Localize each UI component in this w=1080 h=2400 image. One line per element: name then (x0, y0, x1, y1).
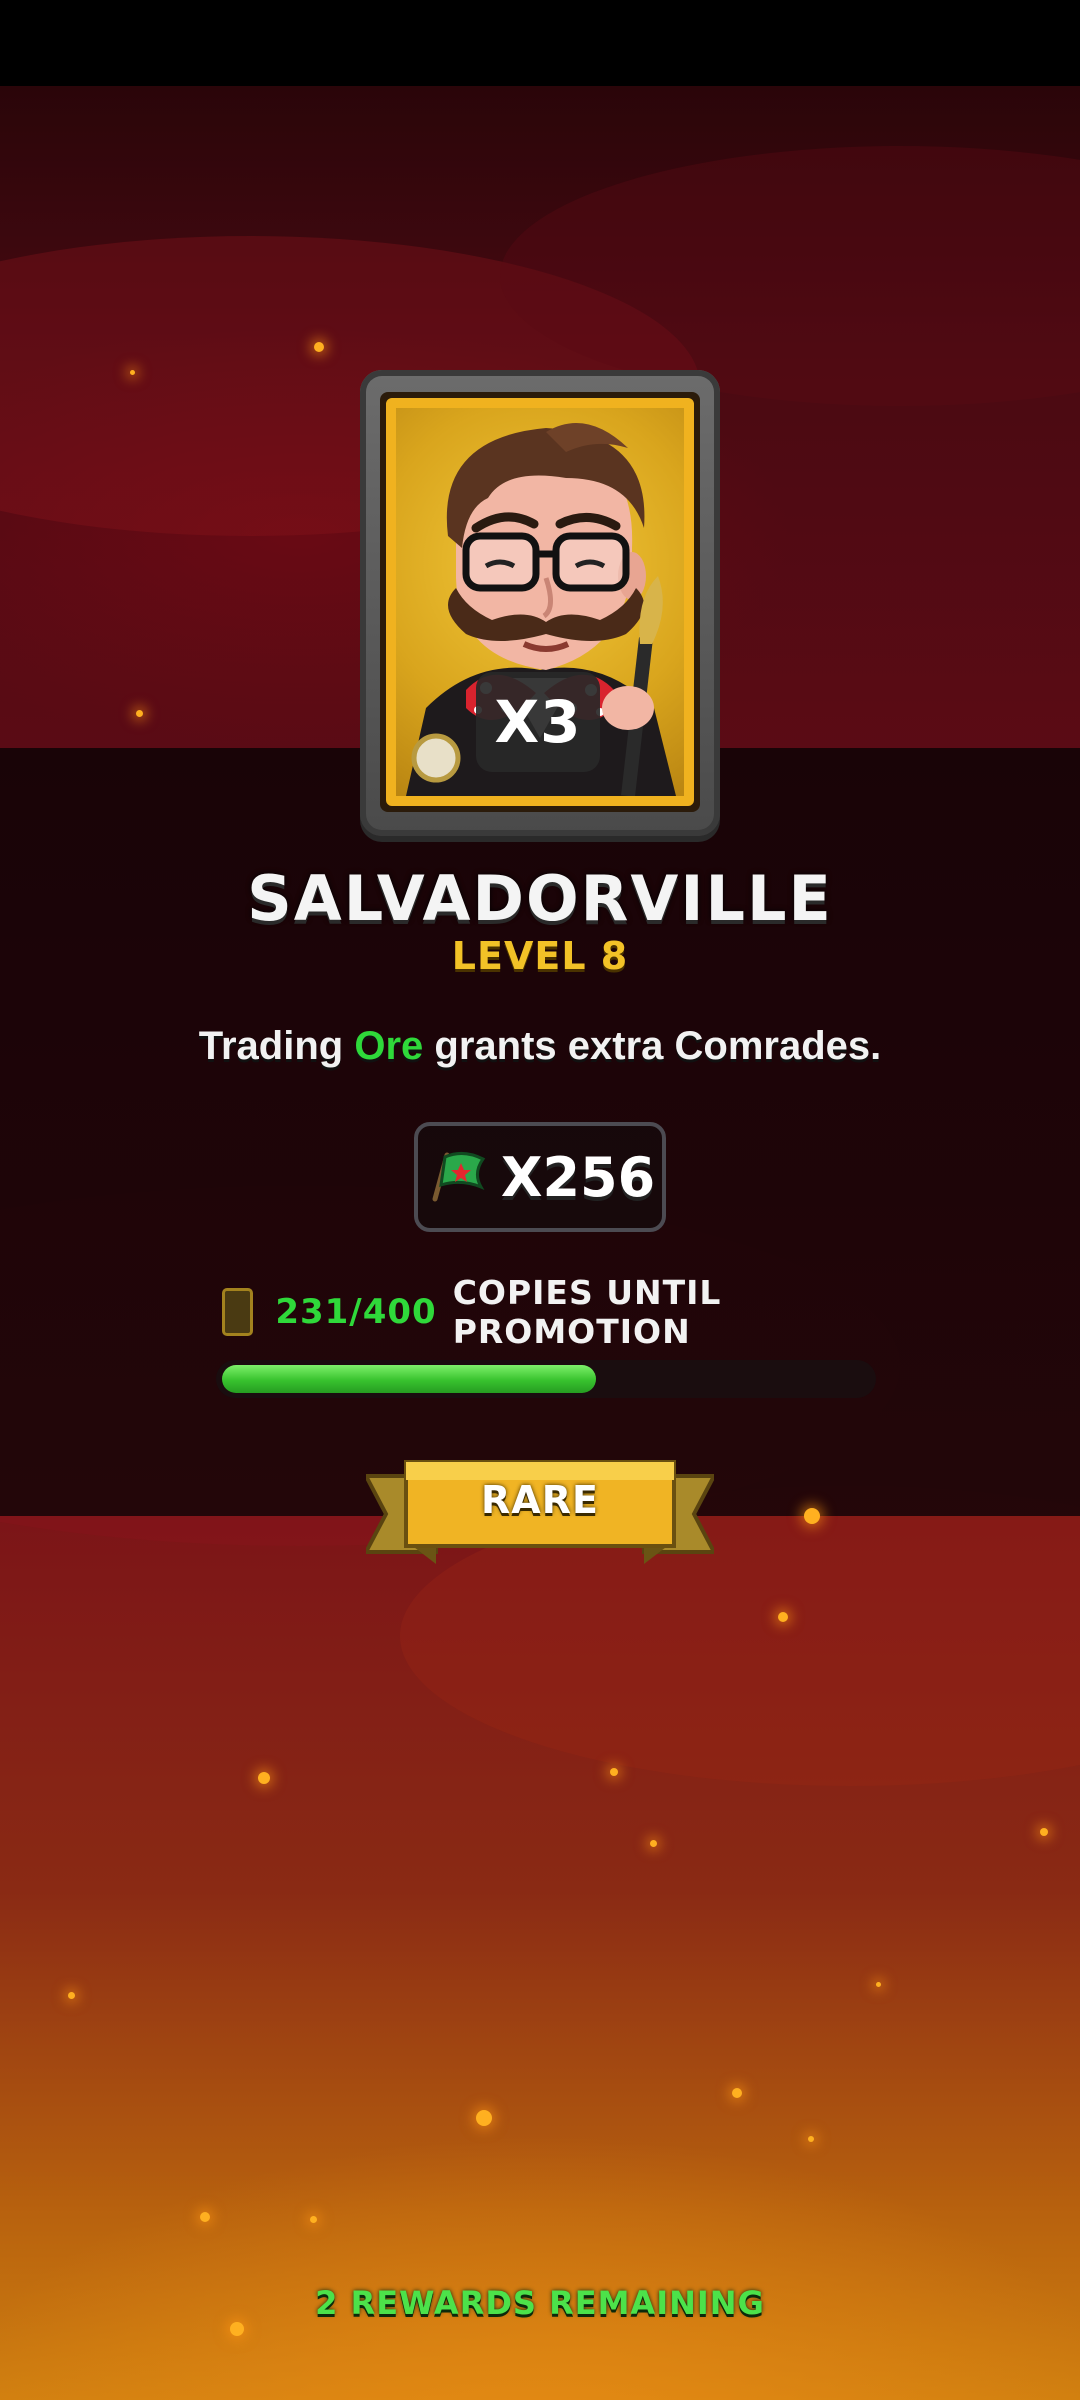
ember-particle (732, 2088, 742, 2098)
promotion-progress-row: 231/400 COPIES UNTIL PROMOTION (222, 1273, 922, 1351)
ember-particle (476, 2110, 492, 2126)
reward-resource-box: X256 (414, 1122, 666, 1232)
ember-particle (778, 1612, 788, 1622)
ember-particle (130, 370, 135, 375)
ember-particle (230, 2322, 244, 2336)
copies-count: 231/400 (275, 1292, 437, 1332)
rewards-remaining[interactable]: 2 REWARDS REMAINING (0, 2284, 1080, 2322)
promotion-progress-bar (216, 1360, 876, 1398)
ember-particle (258, 1772, 270, 1784)
status-bar (0, 0, 1080, 86)
ember-particle (68, 1992, 75, 1999)
rarity-label: RARE (481, 1478, 599, 1522)
description-highlight: Ore (354, 1024, 424, 1068)
ember-particle (610, 1768, 618, 1776)
multiplier-badge: X3 (476, 672, 600, 772)
ember-particle (876, 1982, 881, 1987)
description-suffix: grants extra Comrades. (423, 1024, 882, 1068)
promotion-progress-fill (222, 1365, 596, 1393)
hero-ability-description: Trading Ore grants extra Comrades. (0, 1024, 1080, 1069)
ember-particle (1040, 1828, 1048, 1836)
hero-level: LEVEL 8 (451, 934, 629, 978)
hero-name: SALVADORVILLE (247, 862, 833, 935)
description-prefix: Trading (198, 1024, 355, 1068)
ember-particle (136, 710, 143, 717)
reward-count: X256 (500, 1145, 656, 1209)
ember-particle (650, 1840, 657, 1847)
flag-icon (432, 1152, 486, 1202)
copies-label: COPIES UNTIL PROMOTION (452, 1273, 722, 1351)
ember-particle (200, 2212, 210, 2222)
ember-particle (808, 2136, 814, 2142)
card-copies-icon (222, 1288, 254, 1336)
ember-particle (310, 2216, 317, 2223)
ember-particle (314, 342, 324, 352)
